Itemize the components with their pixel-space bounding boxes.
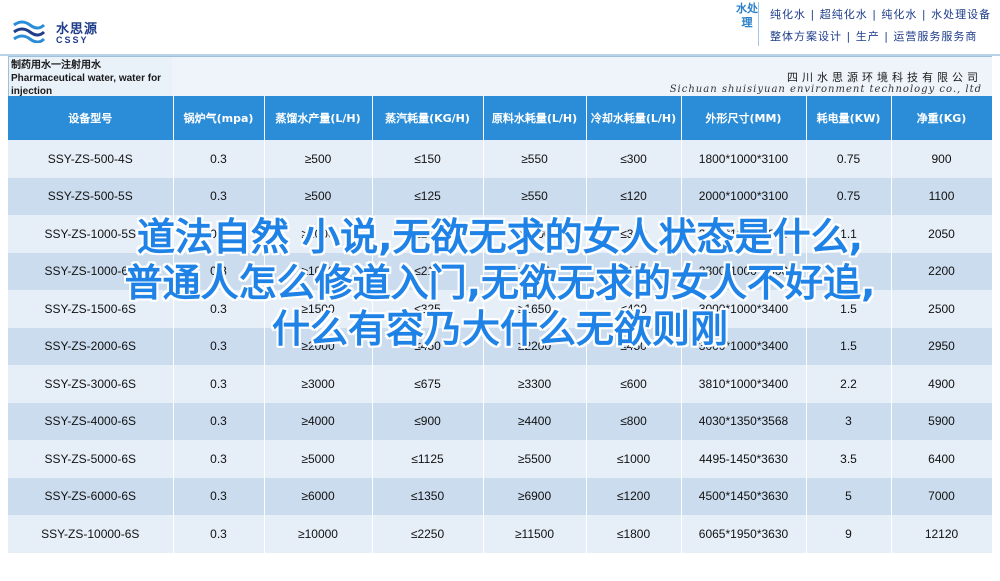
column-header: 蒸馏水产量(L/H) (264, 96, 373, 140)
table-cell: 1100 (891, 177, 993, 215)
table-cell: 0.3 (173, 515, 265, 553)
table-cell: SSY-ZS-6000-6S (8, 477, 174, 515)
table-cell: 7000 (891, 477, 993, 515)
table-cell: ≤125 (372, 177, 484, 215)
table-cell: 5 (806, 477, 892, 515)
table-cell: ≥6900 (483, 477, 587, 515)
table-cell: 0.75 (806, 140, 892, 178)
table-row: SSY-ZS-5000-6S 0.3 ≥5000 ≤1125 ≥5500 ≤1000 449… (8, 440, 993, 478)
table-cell: 0.3 (173, 140, 265, 178)
table-cell: SSY-ZS-500-5S (8, 177, 174, 215)
table-cell: 4500*1450*3630 (681, 477, 807, 515)
table-cell: ≤2250 (372, 515, 484, 553)
table-cell: ≤1200 (586, 477, 682, 515)
table-cell: 6400 (891, 440, 993, 478)
table-cell: 3810*1000*3400 (681, 365, 807, 403)
company-band: 四川水思源环境科技有限公司 Sichuan shuisiyuan environ… (172, 56, 992, 98)
vertical-brand-label: 水处理 (736, 2, 759, 46)
table-cell: 6065*1950*3630 (681, 515, 807, 553)
column-header: 设备型号 (8, 96, 174, 140)
table-cell: 4495-1450*3630 (681, 440, 807, 478)
table-cell: ≥4000 (264, 402, 373, 440)
table-cell: 4030*1350*3568 (681, 402, 807, 440)
header: 水思源 CSSY 水处理 纯化水 | 超纯化水 | 纯化水 | 水处理设备 整体… (0, 0, 1000, 56)
overlay-caption: 道法自然 小说,无欲无求的女人状态是什么, 普通人怎么修道入门,无欲无求的女人不… (0, 214, 1000, 352)
table-row: SSY-ZS-3000-6S 0.3 ≥3000 ≤675 ≥3300 ≤600 3810*… (8, 365, 993, 403)
table-row: SSY-ZS-10000-6S 0.3 ≥10000 ≤2250 ≥11500 ≤1800… (8, 515, 993, 553)
table-cell: ≥500 (264, 177, 373, 215)
table-cell: ≥550 (483, 177, 587, 215)
table-cell: SSY-ZS-5000-6S (8, 440, 174, 478)
table-cell: 3.5 (806, 440, 892, 478)
product-title: 制药用水一注射用水 Pharmaceutical water, water fo… (11, 60, 162, 97)
column-header: 冷却水耗量(L/H) (586, 96, 682, 140)
table-cell: ≤1000 (586, 440, 682, 478)
table-cell: ≤600 (586, 365, 682, 403)
table-cell: ≥11500 (483, 515, 587, 553)
table-cell: 2.2 (806, 365, 892, 403)
table-cell: 900 (891, 140, 993, 178)
table-cell: ≥4400 (483, 402, 587, 440)
table-cell: ≥5000 (264, 440, 373, 478)
brand-logo[interactable]: 水思源 CSSY (12, 16, 122, 48)
table-cell: 5900 (891, 402, 993, 440)
brand-name-en: CSSY (56, 35, 89, 45)
tagline-services: 整体方案设计 | 生产 | 运营服务服务商 (770, 30, 978, 43)
table-cell: ≤675 (372, 365, 484, 403)
table-cell: 4900 (891, 365, 993, 403)
overlay-line-2: 普通人怎么修道入门,无欲无求的女人不好追, (124, 261, 876, 305)
column-header: 耗电量(KW) (806, 96, 892, 140)
table-cell: 9 (806, 515, 892, 553)
table-cell: ≥10000 (264, 515, 373, 553)
company-name-en: Sichuan shuisiyuan environment technolog… (669, 84, 982, 95)
table-cell: SSY-ZS-500-4S (8, 140, 174, 178)
table-row: SSY-ZS-4000-6S 0.3 ≥4000 ≤900 ≥4400 ≤800 4030*… (8, 402, 993, 440)
table-row: SSY-ZS-500-4S 0.3 ≥500 ≤150 ≥550 ≤300 1800*100… (8, 140, 993, 178)
table-cell: ≤1125 (372, 440, 484, 478)
table-cell: 12120 (891, 515, 993, 553)
table-header-row: 设备型号 锅炉气(mpa) 蒸馏水产量(L/H) 蒸汽耗量(KG/H) 原料水耗量(L/… (8, 96, 993, 140)
table-cell: 0.3 (173, 177, 265, 215)
table-cell: ≥3000 (264, 365, 373, 403)
table-cell: 1800*1000*3100 (681, 140, 807, 178)
tagline-products: 纯化水 | 超纯化水 | 纯化水 | 水处理设备 (770, 8, 992, 21)
table-cell: 0.3 (173, 402, 265, 440)
table-cell: ≤120 (586, 177, 682, 215)
table-cell: 0.3 (173, 440, 265, 478)
table-cell: ≥3300 (483, 365, 587, 403)
table-cell: 2000*1000*3100 (681, 177, 807, 215)
column-header: 原料水耗量(L/H) (483, 96, 587, 140)
table-cell: SSY-ZS-4000-6S (8, 402, 174, 440)
table-cell: SSY-ZS-3000-6S (8, 365, 174, 403)
table-cell: 3 (806, 402, 892, 440)
table-cell: ≥500 (264, 140, 373, 178)
company-name-cn: 四川水思源环境科技有限公司 (787, 71, 982, 84)
table-row: SSY-ZS-500-5S 0.3 ≥500 ≤125 ≥550 ≤120 2000*100… (8, 177, 993, 215)
table-cell: ≤150 (372, 140, 484, 178)
table-cell: ≥5500 (483, 440, 587, 478)
table-cell: ≤1350 (372, 477, 484, 515)
column-header: 蒸汽耗量(KG/H) (372, 96, 484, 140)
table-cell: ≥550 (483, 140, 587, 178)
table-row: SSY-ZS-6000-6S 0.3 ≥6000 ≤1350 ≥6900 ≤1200 450… (8, 477, 993, 515)
table-cell: ≤300 (586, 140, 682, 178)
product-title-box: 制药用水一注射用水 Pharmaceutical water, water fo… (8, 56, 174, 98)
table-cell: 0.75 (806, 177, 892, 215)
table-cell: ≤800 (586, 402, 682, 440)
overlay-line-3: 什么有容乃大什么无欲则刚 (271, 307, 728, 351)
overlay-line-1: 道法自然 小说,无欲无求的女人状态是什么, (136, 215, 864, 259)
column-header: 外形尺寸(MM) (681, 96, 807, 140)
table-cell: 0.3 (173, 477, 265, 515)
column-header: 净重(KG) (891, 96, 993, 140)
table-cell: ≥6000 (264, 477, 373, 515)
table-cell: ≤900 (372, 402, 484, 440)
table-cell: 0.3 (173, 365, 265, 403)
column-header: 锅炉气(mpa) (173, 96, 265, 140)
table-cell: ≤1800 (586, 515, 682, 553)
table-cell: SSY-ZS-10000-6S (8, 515, 174, 553)
water-drop-logo-icon (13, 20, 46, 43)
